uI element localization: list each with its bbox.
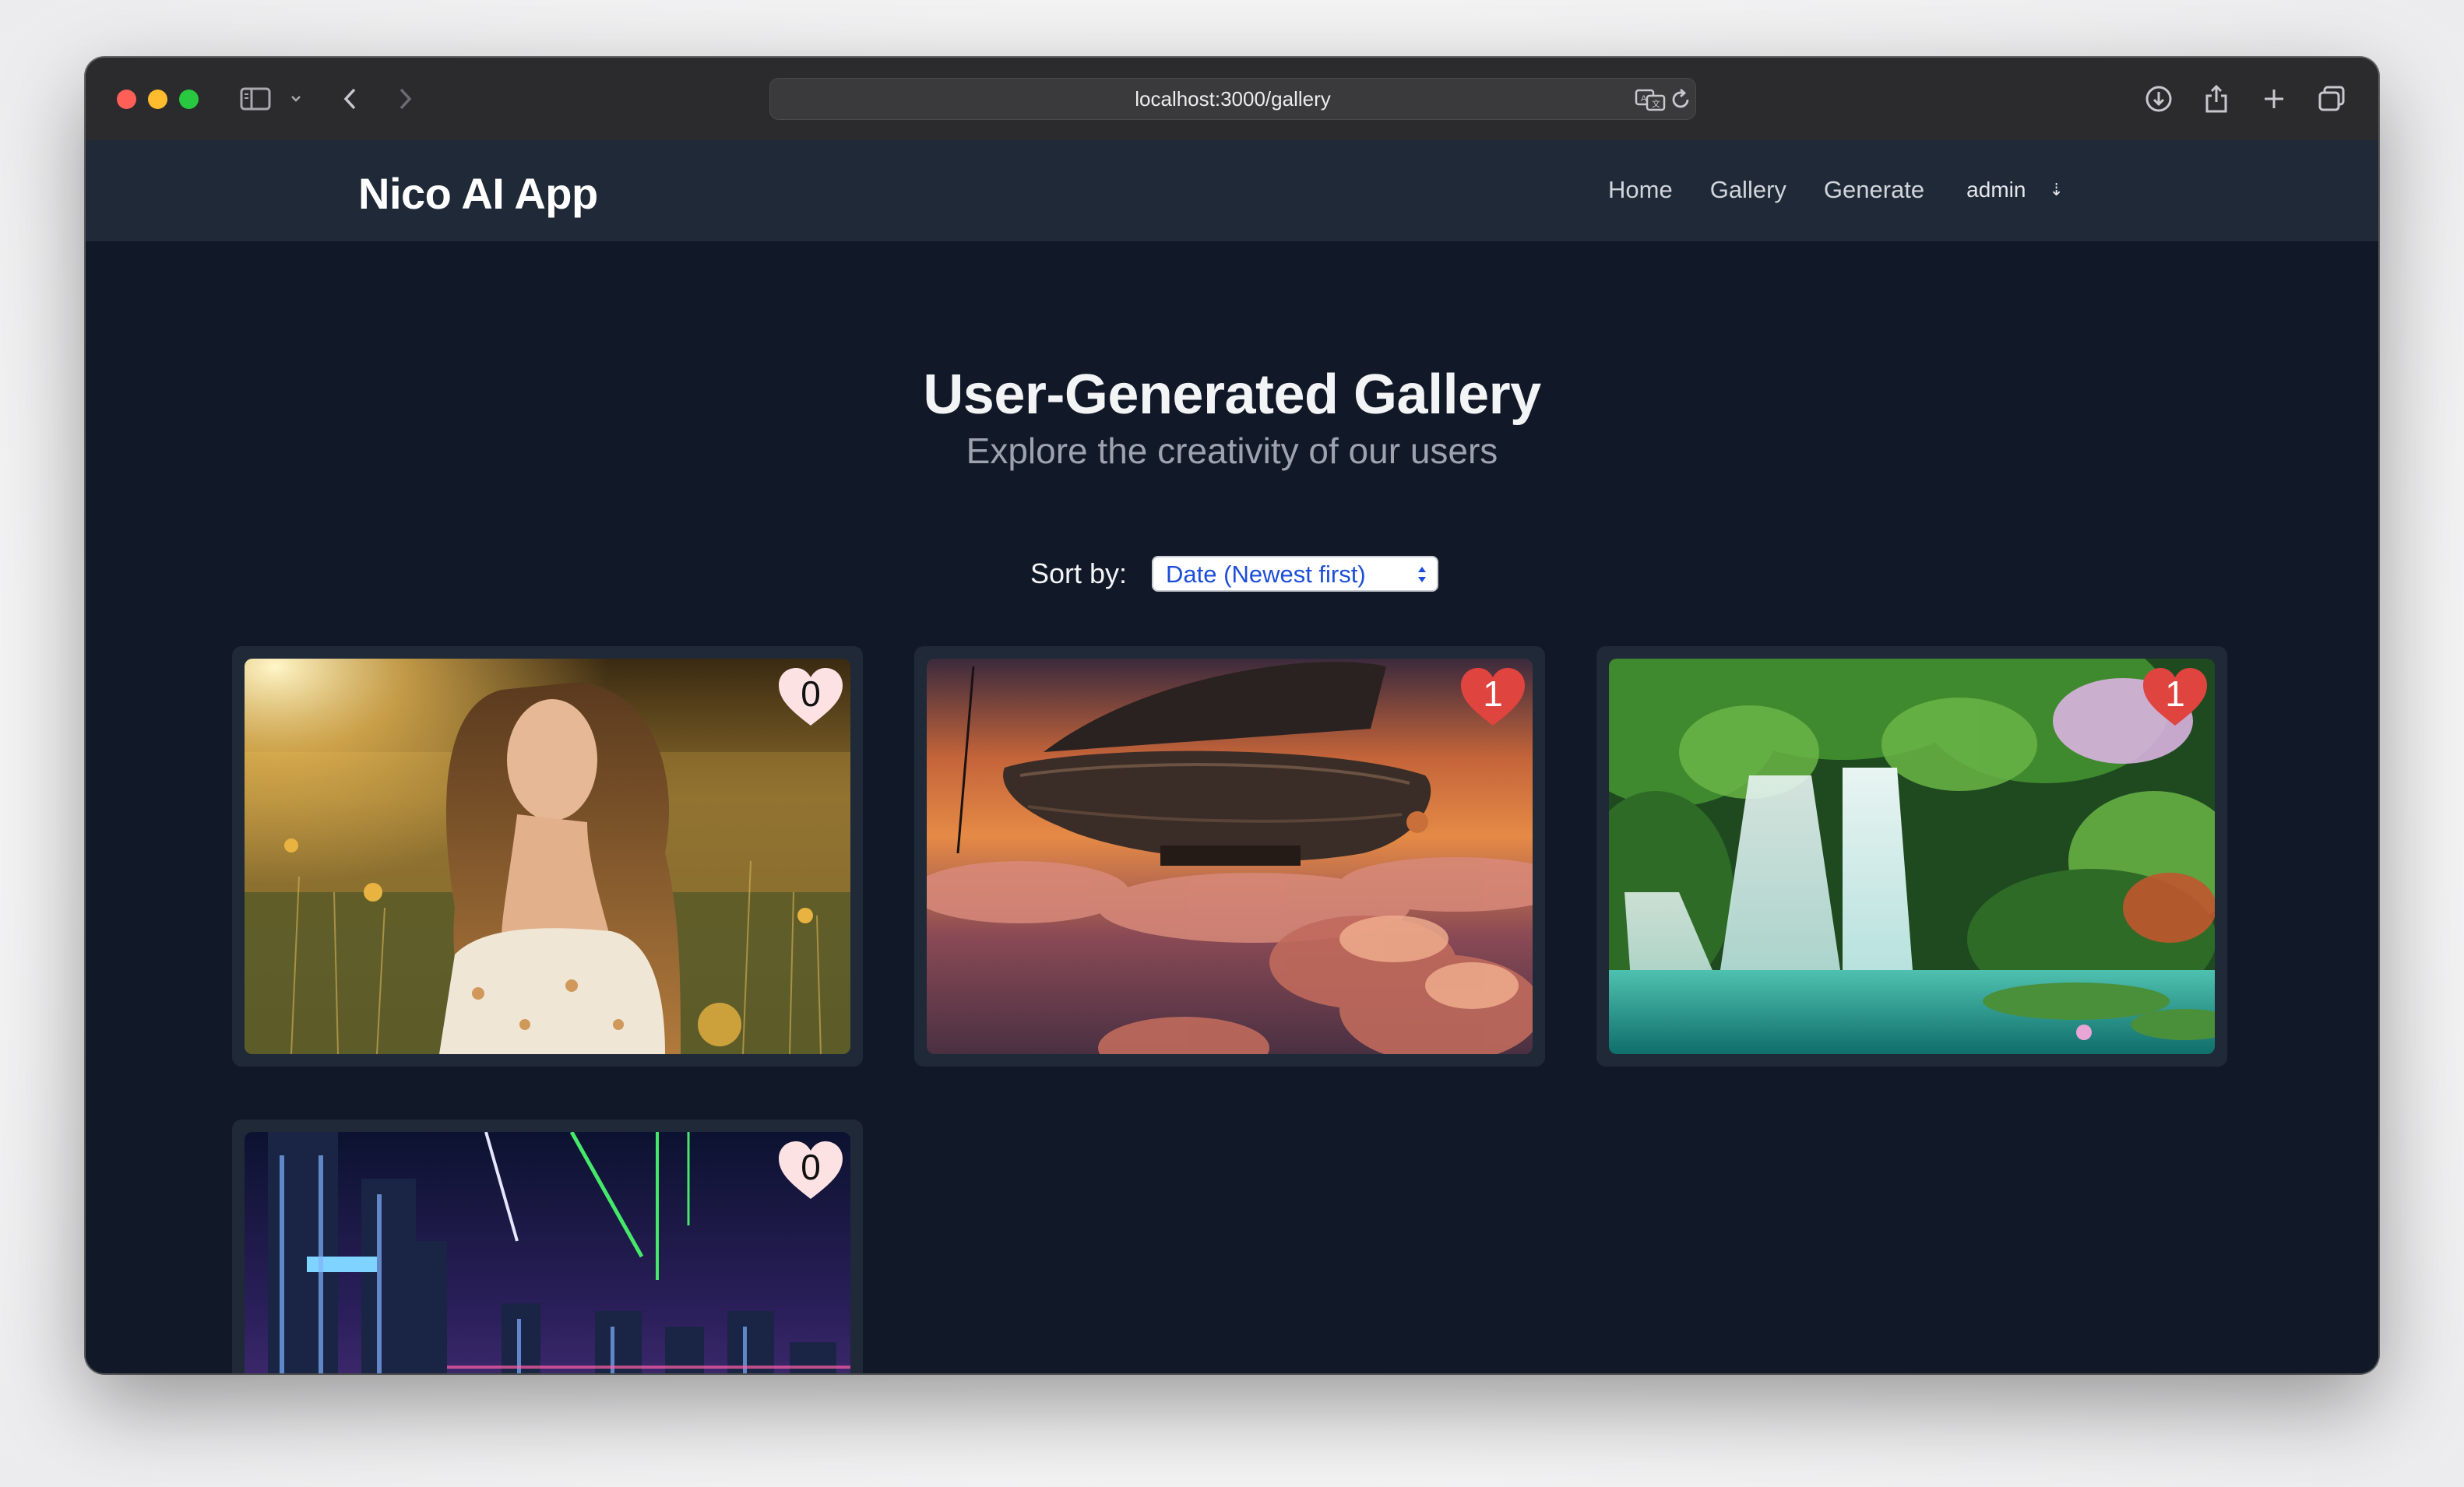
sort-row: Sort by: Date (Newest first)	[86, 556, 2378, 592]
zoom-window-button[interactable]	[179, 90, 199, 109]
user-menu-caret-icon: ⇣	[2049, 180, 2064, 199]
svg-text:A: A	[1641, 94, 1647, 104]
nav-links: Home Gallery Generate admin ⇣	[1608, 176, 2064, 204]
like-button[interactable]: 1	[2142, 666, 2209, 727]
gallery-card[interactable]: 1	[1596, 646, 2227, 1067]
like-count: 0	[801, 1147, 821, 1187]
page-title: User-Generated Gallery	[923, 364, 1541, 426]
nav-link-generate[interactable]: Generate	[1824, 176, 1924, 204]
browser-window: localhost:3000/gallery A文 Nico AI App Ho…	[86, 58, 2378, 1373]
gallery-image[interactable]	[1609, 659, 2215, 1054]
like-button[interactable]: 0	[777, 1140, 844, 1200]
address-bar[interactable]: localhost:3000/gallery A文	[769, 78, 1696, 120]
gallery-image[interactable]	[927, 659, 1533, 1054]
sidebar-toggle-icon[interactable]	[238, 79, 273, 118]
chevron-down-icon[interactable]	[287, 79, 305, 118]
app-brand[interactable]: Nico AI App	[358, 168, 598, 219]
gallery-image[interactable]	[245, 659, 850, 1054]
gallery-card[interactable]: 1	[914, 646, 1545, 1067]
back-icon[interactable]	[335, 79, 366, 118]
app-navbar: Nico AI App Home Gallery Generate admin …	[86, 140, 2378, 241]
user-menu-button[interactable]: admin ⇣	[1966, 178, 2064, 202]
like-count: 1	[2165, 673, 2185, 714]
select-arrows-icon	[1418, 567, 1427, 582]
page-subtitle: Explore the creativity of our users	[966, 431, 1498, 471]
share-icon[interactable]	[2201, 79, 2232, 118]
reload-icon[interactable]	[1670, 86, 1692, 113]
like-count: 1	[1483, 673, 1503, 714]
browser-toolbar: localhost:3000/gallery A文	[86, 58, 2378, 142]
downloads-icon[interactable]	[2142, 79, 2176, 118]
sort-select-value: Date (Newest first)	[1166, 561, 1366, 588]
tab-overview-icon[interactable]	[2314, 79, 2349, 118]
minimize-window-button[interactable]	[148, 90, 167, 109]
svg-text:文: 文	[1652, 98, 1660, 109]
like-button[interactable]: 0	[777, 666, 844, 727]
url-text: localhost:3000/gallery	[1135, 86, 1331, 111]
close-window-button[interactable]	[117, 90, 136, 109]
main-content: User-Generated Gallery Explore the creat…	[86, 241, 2378, 1373]
nav-link-home[interactable]: Home	[1608, 176, 1673, 204]
user-name: admin	[1966, 178, 2026, 202]
like-button[interactable]: 1	[1459, 666, 1526, 727]
nav-link-gallery[interactable]: Gallery	[1710, 176, 1786, 204]
gallery-image[interactable]	[245, 1132, 850, 1373]
gallery-card[interactable]: 0	[232, 1120, 863, 1373]
forward-icon[interactable]	[389, 79, 421, 118]
desktop-background: localhost:3000/gallery A文 Nico AI App Ho…	[0, 0, 2464, 1487]
like-count: 0	[801, 673, 821, 714]
sort-select[interactable]: Date (Newest first)	[1152, 556, 1439, 592]
new-tab-icon[interactable]	[2258, 79, 2290, 118]
gallery-card[interactable]: 0	[232, 646, 863, 1067]
sort-label: Sort by:	[1030, 557, 1128, 589]
translate-icon[interactable]: A文	[1635, 86, 1666, 113]
